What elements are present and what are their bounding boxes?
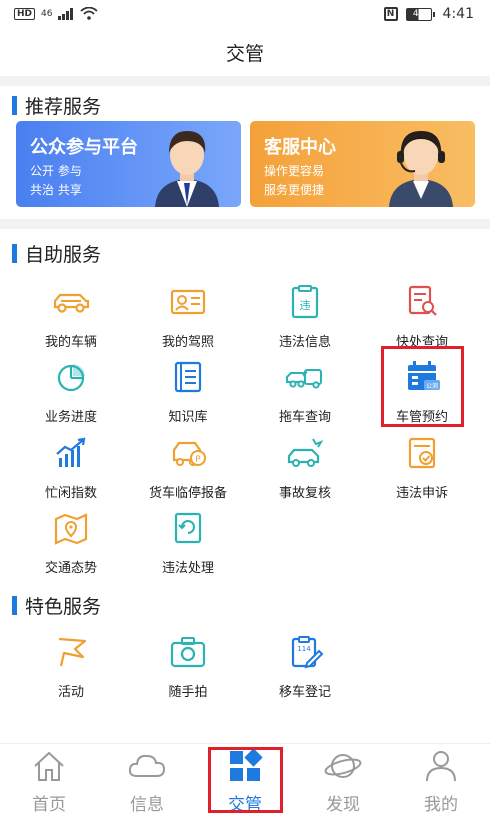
violation-handle-icon [174, 512, 202, 544]
grid-item-label: 违法申诉 [395, 486, 448, 501]
recommended-title-text: 推荐服务 [25, 96, 102, 118]
grid-item-label: 事故复核 [278, 486, 331, 501]
tow-truck-icon [286, 369, 322, 389]
grid-item-label: 忙闲指数 [44, 486, 97, 501]
status-bar: HD 46 N 48 4:41 [0, 0, 490, 34]
nav-tab-home[interactable]: 首页 [0, 748, 98, 815]
grid-item-move-car-register[interactable]: 114 移车登记 [245, 635, 365, 700]
network-label: 46 [41, 8, 53, 19]
grid-item-label: 违法处理 [161, 561, 214, 576]
trend-chart-icon [56, 437, 86, 467]
nav-label: 发现 [326, 795, 360, 815]
home-icon [34, 751, 64, 781]
nav-label: 首页 [32, 795, 66, 815]
quick-search-icon [408, 285, 437, 316]
service-agent-avatar-icon [389, 131, 453, 207]
grid-item-label: 拖车查询 [278, 410, 331, 425]
grid-item-label: 业务进度 [44, 410, 97, 425]
flag-icon [58, 637, 87, 667]
status-right: N 48 4:41 [383, 6, 474, 22]
cloud-icon [128, 754, 166, 777]
svg-text:P: P [195, 455, 201, 465]
grid-item-accident-review[interactable]: 事故复核 [245, 436, 365, 501]
signal-icon [58, 7, 74, 20]
nav-label: 信息 [130, 795, 164, 815]
officer-avatar-icon [155, 131, 219, 207]
special-service-title-text: 特色服务 [25, 596, 102, 618]
nav-tab-mine[interactable]: 我的 [392, 748, 490, 815]
grid-item-activity[interactable]: 活动 [11, 635, 131, 700]
recommended-section-title: 推荐服务 [12, 92, 101, 119]
nav-label: 我的 [424, 795, 458, 815]
grid-item-label: 知识库 [168, 410, 208, 425]
section-marker [12, 244, 17, 263]
planet-icon [324, 754, 362, 778]
grid-item-quick-search[interactable]: 快处查询 [362, 285, 482, 350]
nav-tab-info[interactable]: 信息 [98, 748, 196, 815]
nfc-icon: N [383, 7, 398, 21]
grid-item-label: 交通态势 [44, 561, 97, 576]
car-icon [53, 293, 90, 313]
status-left: HD 46 [14, 7, 99, 20]
nav-tab-discover[interactable]: 发现 [294, 748, 392, 815]
appeal-icon [408, 437, 436, 469]
grid-item-snapshot[interactable]: 随手拍 [128, 635, 248, 700]
highlight-box [381, 346, 464, 427]
grid-item-label: 货车临停报备 [148, 486, 227, 501]
svg-text:违: 违 [300, 299, 311, 312]
user-icon [426, 751, 456, 782]
grid-item-violation-info[interactable]: 违 违法信息 [245, 285, 365, 350]
app-screen: HD 46 N 48 4:41 交管 推荐服务 公众参与平台 公开 参与 共治 … [0, 0, 490, 815]
grid-item-traffic-situation[interactable]: 交通态势 [11, 511, 131, 576]
grid-item-knowledge-base[interactable]: 知识库 [128, 360, 248, 425]
grid-item-label: 移车登记 [278, 685, 331, 700]
grid-item-my-license[interactable]: 我的驾照 [128, 285, 248, 350]
status-time: 4:41 [442, 6, 474, 22]
traffic-map-icon [54, 513, 88, 545]
truck-parking-icon: P [172, 441, 206, 466]
banner-subtitle: 共治 共享 [30, 183, 82, 197]
svg-text:114: 114 [297, 645, 311, 653]
page-title: 交管 [225, 43, 264, 65]
section-divider [0, 76, 490, 86]
violation-clipboard-icon: 违 [291, 285, 319, 319]
grid-item-label: 违法信息 [278, 335, 331, 350]
highlight-box [208, 747, 283, 813]
grid-item-violation-handle[interactable]: 违法处理 [128, 511, 248, 576]
grid-item-truck-parking[interactable]: P 货车临停报备 [128, 436, 248, 501]
customer-service-banner[interactable]: 客服中心 操作更容易 服务更便捷 [250, 121, 475, 207]
banner-subtitle: 服务更便捷 [264, 183, 325, 197]
camera-icon [170, 637, 206, 668]
hd-icon: HD [14, 7, 36, 20]
public-participation-banner[interactable]: 公众参与平台 公开 参与 共治 共享 [16, 121, 241, 207]
battery-level: 48 [405, 7, 432, 21]
book-icon [174, 361, 202, 393]
banner-subtitle: 公开 参与 [30, 164, 82, 178]
special-service-section-title: 特色服务 [12, 592, 101, 619]
wifi-icon [80, 7, 99, 20]
battery-icon: 48 [405, 7, 435, 21]
section-marker [12, 596, 17, 615]
pie-progress-icon [57, 364, 85, 392]
section-divider [0, 219, 490, 229]
grid-item-label: 我的车辆 [44, 335, 97, 350]
self-service-section-title: 自助服务 [12, 240, 101, 267]
accident-review-icon [287, 438, 324, 467]
grid-item-busy-index[interactable]: 忙闲指数 [11, 436, 131, 501]
self-service-title-text: 自助服务 [25, 244, 102, 266]
grid-item-business-progress[interactable]: 业务进度 [11, 360, 131, 425]
grid-item-label: 我的驾照 [161, 335, 214, 350]
section-marker [12, 96, 17, 115]
grid-item-label: 随手拍 [168, 685, 208, 700]
page-header: 交管 [0, 34, 490, 74]
banner-subtitle: 操作更容易 [264, 164, 325, 178]
banner-title: 客服中心 [264, 137, 336, 158]
grid-item-my-vehicle[interactable]: 我的车辆 [11, 285, 131, 350]
license-icon [170, 289, 206, 315]
banner-title: 公众参与平台 [30, 137, 138, 158]
grid-item-violation-appeal[interactable]: 违法申诉 [362, 436, 482, 501]
grid-item-tow-search[interactable]: 拖车查询 [245, 360, 365, 425]
move-car-register-icon: 114 [291, 636, 324, 669]
grid-item-label: 活动 [57, 685, 84, 700]
